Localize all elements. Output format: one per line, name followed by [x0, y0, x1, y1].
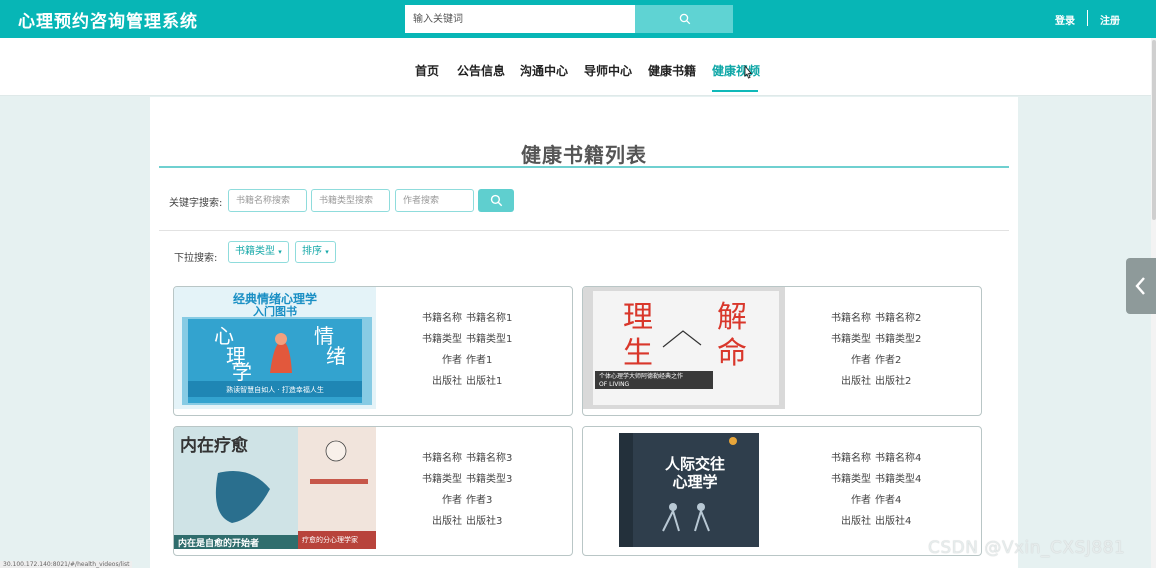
book-publisher: 出版社3 — [466, 516, 503, 527]
brand-title: 心理预约咨询管理系统 — [18, 12, 198, 32]
chevron-left-icon — [1135, 277, 1145, 295]
keyword-search-button[interactable] — [478, 189, 514, 212]
nav-health-books[interactable]: 健康书籍 — [648, 62, 696, 79]
title-underline — [159, 166, 1009, 168]
cover-char: 生 — [623, 336, 653, 371]
nav-communication[interactable]: 沟通中心 — [520, 62, 568, 79]
cover-title: 经典情绪心理学 — [233, 291, 317, 306]
book-author: 作者2 — [875, 355, 902, 366]
book-cover-image: 经典情绪心理学 入门图书 心 情 理 绪 学 熟读智慧自如人 · 打造幸福人生 — [174, 287, 376, 409]
main-nav: 首页 公告信息 沟通中心 导师中心 健康书籍 健康视频 — [0, 38, 1156, 96]
book-author: 作者3 — [466, 495, 493, 506]
cover-band-en: OF LIVING — [599, 381, 630, 388]
book-publisher: 出版社1 — [466, 376, 503, 387]
status-bar-url: 30.100.172.140:8021/#/health_videos/list — [0, 561, 133, 568]
cover-tag: 疗愈的分心理学家 — [302, 535, 358, 544]
search-icon — [490, 194, 503, 207]
watermark: CSDN @Vxin_CXSJ881 — [928, 538, 1126, 558]
cover-char: 学 — [232, 360, 252, 384]
book-type: 书籍类型2 — [875, 334, 922, 345]
author-search-input[interactable] — [395, 189, 474, 212]
book-type-dropdown-label: 书籍类型 — [235, 246, 275, 257]
search-input[interactable] — [405, 5, 635, 33]
sort-dropdown-label: 排序 — [302, 246, 322, 257]
side-collapse-button[interactable] — [1126, 258, 1156, 314]
book-type-dropdown[interactable]: 书籍类型 ▾ — [228, 241, 289, 263]
keyword-search-label: 关键字搜索: — [169, 198, 223, 209]
nav-home[interactable]: 首页 — [415, 62, 439, 79]
caret-down-icon: ▾ — [325, 248, 329, 256]
book-name: 书籍名称1 — [466, 313, 513, 324]
nav-mentors[interactable]: 导师中心 — [584, 62, 632, 79]
dropdown-search-label: 下拉搜索: — [174, 253, 218, 264]
cover-subtitle: 入门图书 — [253, 304, 297, 318]
cover-char: 理 — [623, 300, 653, 335]
field-label: 作者 — [851, 355, 871, 366]
book-author: 作者4 — [875, 495, 902, 506]
mouse-cursor-icon — [744, 65, 753, 79]
sort-dropdown[interactable]: 排序 ▾ — [295, 241, 336, 263]
book-name: 书籍名称2 — [875, 313, 922, 324]
cover-bottom: 内在是自愈的开始者 — [178, 537, 259, 549]
field-label: 书籍名称 — [831, 313, 871, 324]
cover-title: 内在疗愈 — [180, 435, 249, 456]
book-name: 书籍名称4 — [875, 453, 922, 464]
top-bar: 心理预约咨询管理系统 登录 注册 — [0, 0, 1156, 38]
search-button[interactable] — [635, 5, 733, 33]
field-label: 出版社 — [841, 376, 871, 387]
register-link[interactable]: 注册 — [1100, 12, 1120, 27]
auth-divider — [1087, 10, 1088, 26]
field-label: 作者 — [442, 355, 462, 366]
scrollbar-thumb[interactable] — [1152, 40, 1156, 220]
nav-active-indicator — [712, 90, 758, 92]
field-label: 书籍类型 — [831, 474, 871, 485]
cover-title: 心理学 — [672, 473, 717, 491]
login-link[interactable]: 登录 — [1055, 12, 1075, 27]
book-card[interactable]: 人际交往 心理学 书籍名称 书籍名称4 书籍类型 书籍类型4 作者 作者4 出版社 出版… — [582, 426, 982, 556]
book-name-search-input[interactable] — [228, 189, 307, 212]
field-label: 出版社 — [432, 516, 462, 527]
book-info: 书籍名称 书籍名称4 书籍类型 书籍类型4 作者 作者4 出版社 出版社4 — [793, 449, 979, 533]
field-label: 出版社 — [841, 516, 871, 527]
nav-announcements[interactable]: 公告信息 — [457, 62, 505, 79]
field-label: 书籍名称 — [422, 313, 462, 324]
cover-band: 个体心理学大师阿德勒经典之作 — [599, 372, 683, 380]
field-label: 作者 — [851, 495, 871, 506]
book-cover-image: 理 解 生 命 个体心理学大师阿德勒经典之作 OF LIVING — [583, 287, 785, 409]
field-label: 作者 — [442, 495, 462, 506]
book-publisher: 出版社4 — [875, 516, 912, 527]
book-type: 书籍类型1 — [466, 334, 513, 345]
caret-down-icon: ▾ — [278, 248, 282, 256]
field-label: 书籍类型 — [831, 334, 871, 345]
book-author: 作者1 — [466, 355, 493, 366]
field-label: 书籍类型 — [422, 334, 462, 345]
cover-title: 人际交往 — [665, 455, 725, 473]
book-info: 书籍名称 书籍名称2 书籍类型 书籍类型2 作者 作者2 出版社 出版社2 — [793, 309, 979, 393]
cover-char: 解 — [717, 300, 747, 335]
cover-char: 绪 — [326, 344, 346, 368]
search-icon — [679, 13, 691, 25]
field-label: 出版社 — [432, 376, 462, 387]
book-card[interactable]: 理 解 生 命 个体心理学大师阿德勒经典之作 OF LIVING 书籍名称 书籍名… — [582, 286, 982, 416]
book-type: 书籍类型3 — [466, 474, 513, 485]
book-cover-image: 内在疗愈 内在是自愈的开始者 疗愈的分心理学家 — [174, 427, 376, 549]
field-label: 书籍名称 — [831, 453, 871, 464]
cover-caption: 熟读智慧自如人 · 打造幸福人生 — [226, 385, 324, 394]
book-info: 书籍名称 书籍名称3 书籍类型 书籍类型3 作者 作者3 出版社 出版社3 — [384, 449, 570, 533]
book-publisher: 出版社2 — [875, 376, 912, 387]
page-title: 健康书籍列表 — [521, 143, 647, 167]
book-card[interactable]: 经典情绪心理学 入门图书 心 情 理 绪 学 熟读智慧自如人 · 打造幸福人生 … — [173, 286, 573, 416]
book-type: 书籍类型4 — [875, 474, 922, 485]
book-cover-image: 人际交往 心理学 — [583, 427, 785, 549]
book-info: 书籍名称 书籍名称1 书籍类型 书籍类型1 作者 作者1 出版社 出版社1 — [384, 309, 570, 393]
filter-divider — [159, 230, 1009, 231]
book-card[interactable]: 内在疗愈 内在是自愈的开始者 疗愈的分心理学家 书籍名称 书籍名称3 书籍类型 书籍… — [173, 426, 573, 556]
book-name: 书籍名称3 — [466, 453, 513, 464]
book-type-search-input[interactable] — [311, 189, 390, 212]
field-label: 书籍名称 — [422, 453, 462, 464]
header-search — [405, 5, 733, 33]
field-label: 书籍类型 — [422, 474, 462, 485]
cover-char: 命 — [717, 336, 747, 371]
